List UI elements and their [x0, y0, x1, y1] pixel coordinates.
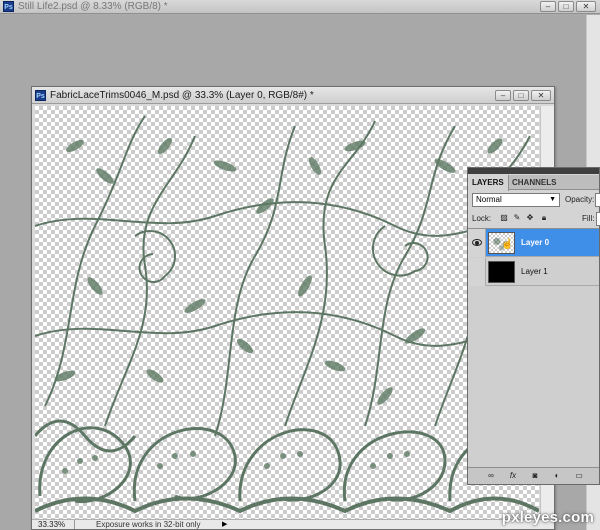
folder-icon[interactable]: ▭: [574, 471, 584, 481]
adjustment-icon[interactable]: ◐: [552, 471, 562, 481]
status-message: Exposure works in 32-bit only: [96, 520, 201, 529]
lace-fabric-image: [35, 115, 539, 514]
outer-window-title: Still Life2.psd @ 8.33% (RGB/8) *: [18, 1, 168, 12]
lock-label: Lock:: [472, 214, 492, 223]
eye-icon: [472, 239, 482, 246]
fill-field[interactable]: [596, 212, 600, 226]
layer-row-layer-1[interactable]: Layer 1: [468, 258, 599, 286]
document-status-bar: 33.33% Exposure works in 32-bit only ▶: [32, 519, 554, 529]
mask-icon[interactable]: ◙: [530, 471, 540, 481]
layer-thumbnail: [488, 261, 515, 283]
outer-close-button[interactable]: ✕: [576, 1, 596, 12]
tab-channels[interactable]: CHANNELS: [508, 175, 560, 190]
blend-mode-select[interactable]: Normal ▼: [472, 193, 560, 207]
outer-restore-button[interactable]: □: [558, 1, 574, 12]
layers-panel-footer: ∞ fx ◙ ◐ ▭: [468, 467, 599, 484]
panel-tabs: LAYERS CHANNELS: [468, 175, 599, 191]
document-window-title: FabricLaceTrims0046_M.psd @ 33.3% (Layer…: [50, 90, 314, 101]
outer-minimize-button[interactable]: –: [540, 1, 556, 12]
layer-list: ☝ Layer 0 Layer 1: [468, 228, 599, 468]
layer-name: Layer 1: [521, 267, 548, 276]
zoom-level-field[interactable]: 33.33%: [35, 520, 75, 529]
fill-label: Fill:: [582, 214, 595, 223]
watermark: pxleyes.com: [501, 509, 594, 526]
lock-transparent-pixels-icon[interactable]: ▨: [500, 214, 508, 222]
lock-image-pixels-icon[interactable]: ✎: [513, 214, 521, 222]
hand-cursor-icon: ☝: [501, 239, 514, 250]
photoshop-logo-icon: Ps: [35, 90, 46, 101]
visibility-toggle[interactable]: [468, 258, 486, 286]
opacity-field[interactable]: [595, 193, 600, 207]
document-canvas[interactable]: [35, 106, 539, 519]
layer-row-layer-0[interactable]: ☝ Layer 0: [468, 229, 599, 257]
doc-close-button[interactable]: ✕: [531, 90, 551, 101]
fx-icon[interactable]: fx: [508, 471, 518, 481]
photoshop-logo-icon: Ps: [3, 1, 14, 12]
status-menu-arrow-icon[interactable]: ▶: [222, 520, 227, 529]
document-window-titlebar[interactable]: Ps FabricLaceTrims0046_M.psd @ 33.3% (La…: [32, 87, 554, 104]
lock-all-icon[interactable]: 🔒︎: [540, 214, 548, 222]
lock-position-icon[interactable]: ✥: [526, 214, 534, 222]
doc-restore-button[interactable]: □: [513, 90, 529, 101]
visibility-toggle[interactable]: [468, 229, 486, 257]
outer-window-titlebar[interactable]: Ps Still Life2.psd @ 8.33% (RGB/8) * – □…: [0, 0, 600, 14]
tab-layers[interactable]: LAYERS: [468, 175, 509, 191]
blend-mode-value: Normal: [476, 195, 502, 204]
layers-panel[interactable]: LAYERS CHANNELS Normal ▼ Opacity: Lock: …: [467, 167, 600, 485]
doc-minimize-button[interactable]: –: [495, 90, 511, 101]
layer-name: Layer 0: [521, 238, 550, 247]
chevron-down-icon: ▼: [549, 196, 556, 203]
link-icon[interactable]: ∞: [486, 471, 496, 481]
panel-header-bar[interactable]: [468, 168, 599, 174]
opacity-label: Opacity:: [565, 195, 595, 204]
